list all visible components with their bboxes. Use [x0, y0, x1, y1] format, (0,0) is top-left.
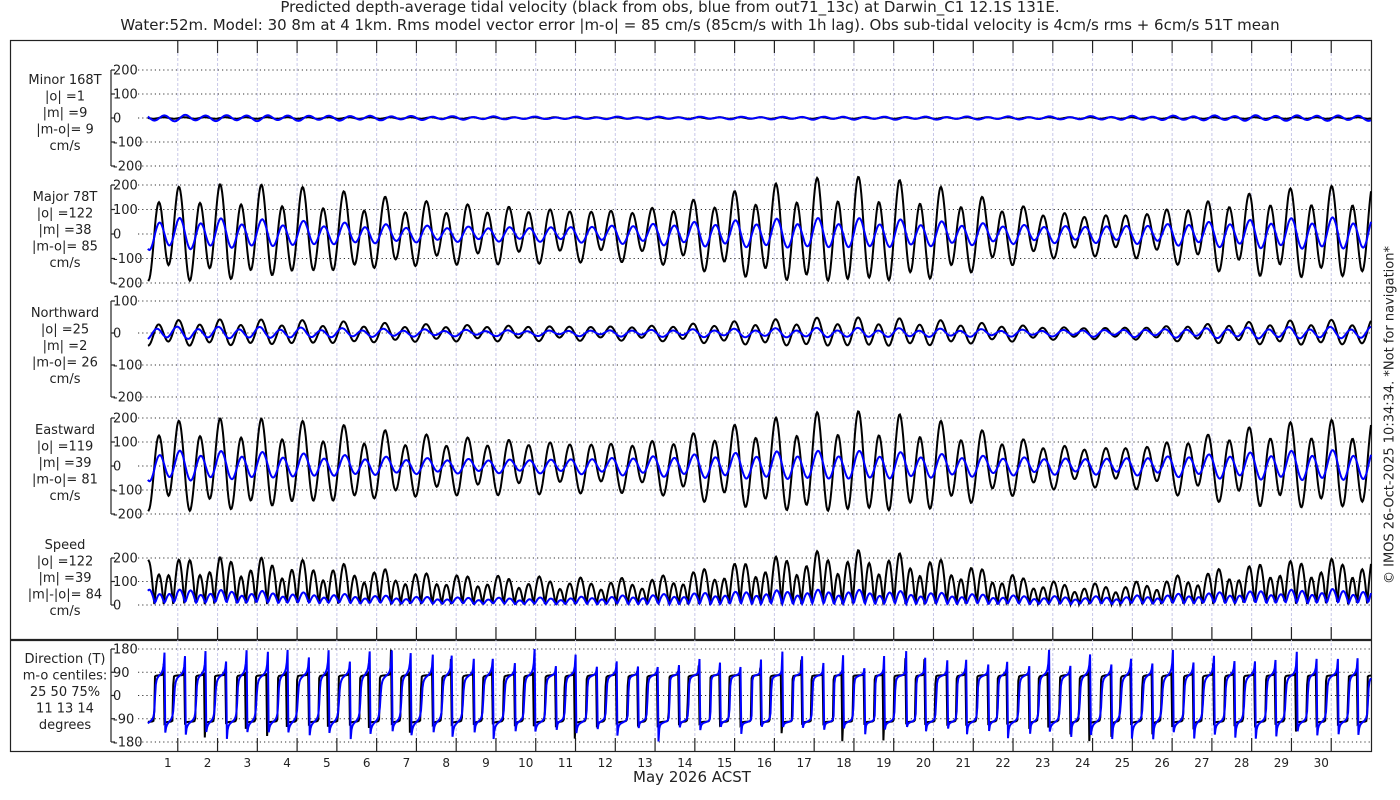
panel-label-line: 11 13 14: [36, 702, 94, 717]
panel-east: Eastward |o| =119|m| =39 |m-o|= 81cm/s 200 1…: [32, 410, 1372, 523]
y-tick-label: 0: [113, 228, 121, 243]
panel-label-line: |m| =38: [39, 223, 92, 238]
panel-label-line: cm/s: [50, 139, 81, 154]
copyright-footer: © IMOS 26-Oct-2025 10:34:34. *Not for na…: [1382, 246, 1398, 584]
panel-north: Northward |o| =25|m| =2 |m-o|= 26cm/s 100 0 -…: [31, 295, 1372, 406]
panel-label-line: |o| =122: [37, 555, 94, 570]
panel-label-line: |m|-|o|= 84: [28, 588, 102, 603]
x-axis-label: May 2026 ACST: [633, 768, 751, 786]
panel-label-line: |m-o|= 81: [32, 473, 98, 488]
y-tick-label: -90: [113, 712, 134, 727]
y-tick-label: 0: [113, 599, 121, 614]
y-tick-label: 100: [113, 436, 138, 451]
panel-label-line: |m| =39: [39, 456, 92, 471]
y-tick-label: 100: [113, 575, 138, 590]
y-tick-label: 100: [113, 295, 138, 310]
panel-label-line: |o| =119: [37, 440, 94, 455]
tidal-velocity-chart: 1 2 3 4 5 6 7 8 9 10 11 12 13 14 15 16 17 18 19 20 21 22 23 24 2…: [9, 39, 1373, 770]
panel-label-line: cm/s: [50, 489, 81, 504]
y-tick-label: -200: [113, 508, 143, 523]
panel-label-line: |m| =2: [43, 339, 88, 354]
panel-label-line: Eastward: [35, 423, 95, 438]
y-tick-label: 0: [113, 460, 121, 475]
panel-label-line: Minor 168T: [28, 73, 101, 88]
y-tick-label: 0: [113, 689, 121, 704]
panel-label-line: |o| =122: [37, 207, 94, 222]
y-tick-label: 100: [113, 203, 138, 218]
panel-label-line: Direction (T): [25, 652, 106, 667]
y-tick-label: -100: [113, 136, 143, 151]
y-tick-label: 100: [113, 88, 138, 103]
panel-label-line: |o| =1: [45, 90, 85, 105]
panel-label-line: |m-o|= 26: [32, 356, 98, 371]
panel-label-line: cm/s: [50, 372, 81, 387]
panel-label-line: m-o centiles:: [23, 669, 108, 684]
panel-minor: Minor 168T |o| =1|m| =9 |m-o|= 9cm/s 200 100…: [28, 64, 1372, 175]
panel-label-line: |m| =39: [39, 571, 92, 586]
y-tick-label: -180: [113, 736, 143, 751]
panel-label-line: 25 50 75%: [30, 685, 100, 700]
panel-label-line: degrees: [39, 718, 92, 733]
y-tick-label: 90: [113, 666, 130, 681]
y-tick-label: 0: [113, 112, 121, 127]
panel-label-line: Northward: [31, 306, 99, 321]
plot-frame: [9, 39, 1373, 753]
y-tick-label: 0: [113, 327, 121, 342]
y-tick-label: 180: [113, 643, 138, 658]
panel-direction: Direction (T) m-o centiles:25 50 75% 11 13…: [23, 643, 1372, 751]
y-tick-label: -200: [113, 277, 143, 292]
y-tick-label: 200: [113, 179, 138, 194]
y-tick-label: 200: [113, 552, 138, 567]
y-tick-label: -100: [113, 252, 143, 267]
panel-label-line: |m-o|= 9: [36, 123, 94, 138]
panel-speed: Speed |o| =122|m| =39 |m|-|o|= 84cm/s 200 10…: [28, 538, 1372, 619]
panel-label-line: |o| =25: [41, 323, 89, 338]
y-tick-label: -200: [113, 160, 143, 175]
y-tick-label: 200: [113, 412, 138, 427]
y-tick-label: 200: [113, 64, 138, 79]
panel-major: Major 78T |o| =122|m| =38 |m-o|= 85cm/s 200…: [32, 175, 1372, 292]
panel-label-line: cm/s: [50, 604, 81, 619]
panel-label-line: Speed: [45, 538, 86, 553]
panel-label-line: cm/s: [50, 256, 81, 271]
panel-label-line: Major 78T: [33, 190, 98, 205]
y-tick-label: -100: [113, 484, 143, 499]
y-tick-label: -100: [113, 359, 143, 374]
panel-label-line: |m-o|= 85: [32, 240, 98, 255]
y-tick-label: -200: [113, 391, 143, 406]
panel-label-line: |m| =9: [43, 106, 88, 121]
